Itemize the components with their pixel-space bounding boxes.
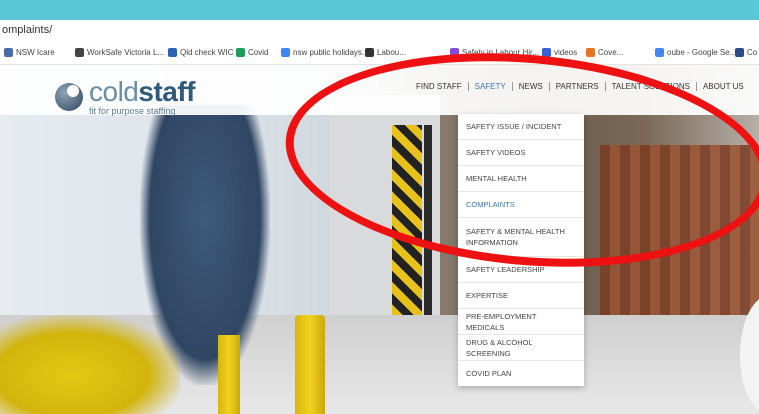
bookmark-10[interactable]: Co <box>735 48 757 57</box>
a-icon <box>365 48 374 57</box>
safety-dropdown-menu: SAFETY ISSUE / INCIDENT SAFETY VIDEOS ME… <box>458 114 584 386</box>
menu-item-safety-videos[interactable]: SAFETY VIDEOS <box>458 140 584 166</box>
sheet-icon <box>236 48 245 57</box>
site-logo[interactable]: coldstaff fit for purpose staffing <box>55 78 195 116</box>
nav-about-us[interactable]: ABOUT US <box>697 82 750 91</box>
logo-tagline: fit for purpose staffing <box>89 106 176 116</box>
hero-bollard <box>295 315 325 414</box>
logo-text: coldstaff fit for purpose staffing <box>89 78 195 116</box>
menu-item-safety-issue[interactable]: SAFETY ISSUE / INCIDENT <box>458 114 584 140</box>
dot-icon <box>586 48 595 57</box>
nav-talent-solutions[interactable]: TALENT SOLUTIONS <box>606 82 697 91</box>
nav-partners[interactable]: PARTNERS <box>550 82 606 91</box>
bookmark-1[interactable]: WorkSafe Victoria L... <box>75 48 164 57</box>
bookmark-5[interactable]: Labou... <box>365 48 406 57</box>
menu-item-complaints[interactable]: COMPLAINTS <box>458 192 584 218</box>
address-bar[interactable]: omplaints/ <box>0 20 759 42</box>
video-icon <box>542 48 551 57</box>
bookmark-4[interactable]: nsw public holidays... <box>281 48 369 57</box>
ds-icon <box>735 48 744 57</box>
menu-item-pre-employment-medicals[interactable]: PRE-EMPLOYMENT MEDICALS <box>458 309 584 335</box>
g-icon <box>281 48 290 57</box>
main-nav: FIND STAFF SAFETY NEWS PARTNERS TALENT S… <box>410 82 750 91</box>
globe-icon <box>75 48 84 57</box>
menu-item-covid-plan[interactable]: COVID PLAN <box>458 361 584 386</box>
url-text: omplaints/ <box>2 24 53 36</box>
menu-item-mental-health[interactable]: MENTAL HEALTH <box>458 166 584 192</box>
bookmark-7[interactable]: videos <box>542 48 577 57</box>
bookmarks-bar: NSW Icare WorkSafe Victoria L... Qld che… <box>0 42 759 65</box>
browser-top-strip <box>0 0 759 20</box>
g-icon <box>655 48 664 57</box>
bookmark-0[interactable]: NSW Icare <box>4 48 55 57</box>
circle-icon <box>450 48 459 57</box>
arrow-icon <box>4 48 13 57</box>
menu-item-safety-mental-health-info[interactable]: SAFETY & MENTAL HEALTH INFORMATION <box>458 218 584 257</box>
hero-pallet-jack <box>0 315 180 414</box>
bookmark-9[interactable]: oube - Google Se... <box>655 48 736 57</box>
hero-image <box>0 65 759 414</box>
site-header: coldstaff fit for purpose staffing FIND … <box>0 65 759 116</box>
nav-find-staff[interactable]: FIND STAFF <box>410 82 469 91</box>
logo-icon <box>55 83 83 111</box>
bookmark-8[interactable]: Cove... <box>586 48 623 57</box>
bookmark-2[interactable]: Qld check WIC <box>168 48 233 57</box>
nav-safety[interactable]: SAFETY <box>469 82 513 91</box>
nav-news[interactable]: NEWS <box>513 82 550 91</box>
bookmark-6[interactable]: Safety in Labour Hir... <box>450 48 539 57</box>
menu-item-safety-leadership[interactable]: SAFETY LEADERSHIP <box>458 257 584 283</box>
w-icon <box>168 48 177 57</box>
bookmark-3[interactable]: Covid <box>236 48 268 57</box>
menu-item-expertise[interactable]: EXPERTISE <box>458 283 584 309</box>
hero-bollard-small <box>218 335 240 414</box>
logo-name: coldstaff <box>89 76 195 107</box>
menu-item-drug-alcohol-screening[interactable]: DRUG & ALCOHOL SCREENING <box>458 335 584 361</box>
